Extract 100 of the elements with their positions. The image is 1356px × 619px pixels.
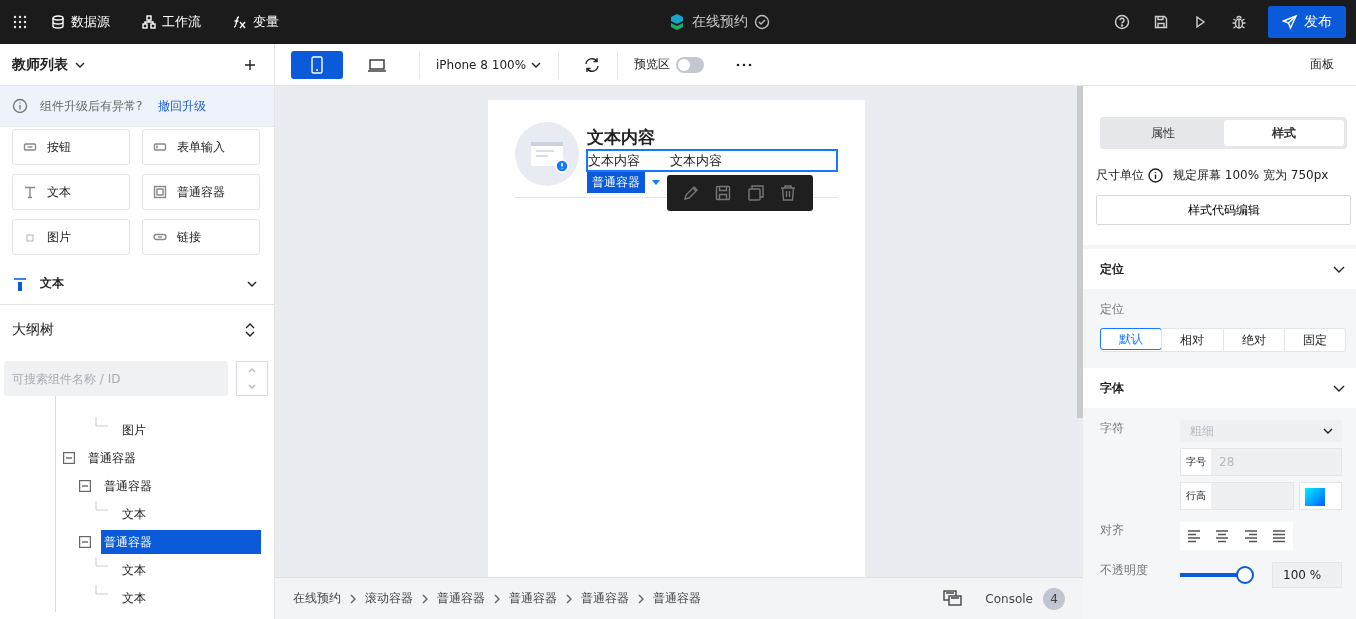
input-icon [153, 140, 167, 154]
field-label: 定位 [1100, 301, 1125, 318]
position-option[interactable]: 固定 [1283, 329, 1345, 351]
count-badge: 4 [1043, 587, 1065, 610]
placeholder-avatar-icon [514, 122, 579, 186]
component-card[interactable]: 按钮 [12, 129, 130, 165]
tree-node[interactable]: 图片 [119, 418, 149, 442]
chevron-right-icon [565, 593, 573, 604]
opacity-field[interactable]: 100 % [1272, 562, 1342, 588]
search-field[interactable]: 可搜索组件名称 / ID [4, 361, 228, 396]
help-icon[interactable] [1114, 14, 1130, 30]
menu-label: 变量 [253, 13, 279, 31]
button-icon [23, 140, 37, 154]
field-label: 字符 [1100, 420, 1125, 437]
tab[interactable]: 属性 [1103, 120, 1224, 146]
font-size-field[interactable]: 字号 28 [1180, 448, 1342, 476]
device-button[interactable] [291, 50, 343, 79]
section-title: 定位 [1100, 260, 1124, 278]
breadcrumb-item[interactable]: 普通容器 [581, 590, 629, 607]
refresh-icon[interactable] [583, 55, 602, 74]
breadcrumb-item[interactable]: 普通容器 [437, 590, 485, 607]
chevron-right-icon [421, 593, 429, 604]
section-header[interactable]: 定位 [1083, 249, 1356, 289]
edit-icon[interactable] [681, 184, 700, 202]
section-title: 文本 [40, 275, 64, 292]
container-icon [153, 185, 167, 199]
breadcrumb-item[interactable]: 普通容器 [653, 590, 701, 607]
app-title: 在线预约 [692, 13, 748, 31]
color-picker[interactable] [1299, 482, 1342, 510]
component-card[interactable]: 文本 [12, 174, 130, 210]
section-title: 字体 [1100, 379, 1124, 397]
style-code-button[interactable]: 样式代码编辑 [1096, 195, 1351, 225]
section-header[interactable]: 文本 [0, 263, 274, 305]
align-left-icon[interactable] [1186, 528, 1203, 544]
menu-label: 数据源 [71, 13, 110, 31]
breadcrumb-item[interactable]: 在线预约 [293, 590, 341, 607]
align-right-icon[interactable] [1242, 528, 1259, 544]
check-circle-icon [754, 14, 770, 30]
console-button[interactable]: Console 4 [985, 587, 1065, 610]
caret-down-icon[interactable] [650, 179, 661, 186]
laptop-icon [367, 56, 387, 73]
device-select[interactable]: iPhone 8 100% [436, 57, 543, 72]
delete-icon[interactable] [779, 184, 798, 202]
expand-collapse-icon[interactable] [244, 323, 256, 337]
content-text: 文本内容 [587, 151, 640, 170]
opacity-slider[interactable] [1180, 566, 1254, 584]
bug-icon[interactable] [1231, 14, 1247, 30]
info-icon [12, 98, 28, 114]
unit-value: 规定屏幕 100% 宽为 750px [1173, 167, 1329, 184]
content-text: 文本内容 [669, 151, 722, 170]
field-label: 对齐 [1100, 522, 1125, 539]
menu-item[interactable]: 数据源 [51, 13, 110, 31]
menu-label: 工作流 [162, 13, 201, 31]
position-option[interactable]: 绝对 [1222, 329, 1284, 351]
tree-node[interactable]: 文本 [119, 502, 149, 526]
tree-node[interactable]: 普通容器 [101, 530, 261, 554]
page-select[interactable]: 教师列表 [12, 55, 86, 74]
panel-button[interactable]: 面板 [1310, 56, 1334, 73]
position-option[interactable]: 相对 [1161, 329, 1223, 351]
component-card[interactable]: 图片 [12, 219, 130, 255]
notice-text: 组件升级后有异常? [40, 97, 143, 115]
preview-toggle[interactable] [676, 56, 705, 73]
function-icon [233, 15, 247, 29]
field-label: 不透明度 [1100, 562, 1149, 579]
info-icon [1148, 168, 1163, 183]
chevron-right-icon [637, 593, 645, 604]
collapse-icon[interactable] [79, 536, 91, 548]
breadcrumb-item[interactable]: 滚动容器 [365, 590, 413, 607]
unit-label: 尺寸单位 [1096, 167, 1144, 184]
content-title: 文本内容 [586, 126, 656, 149]
align-justify-icon[interactable] [1270, 528, 1287, 544]
database-icon [51, 15, 65, 29]
undo-upgrade-link[interactable]: 撤回升级 [158, 97, 207, 115]
component-card[interactable]: 链接 [142, 219, 260, 255]
line-height-field[interactable]: 行高 [1180, 482, 1294, 510]
grid-menu-icon[interactable] [13, 15, 27, 29]
plus-icon[interactable] [244, 58, 256, 71]
collapse-icon[interactable] [63, 452, 75, 464]
selected-text-row[interactable]: 文本内容 文本内容 [585, 149, 838, 172]
section-header[interactable]: 字体 [1083, 368, 1356, 408]
publish-button[interactable]: 发布 [1268, 6, 1346, 38]
menu-item[interactable]: 工作流 [142, 13, 201, 31]
tree-node[interactable]: 文本 [119, 586, 149, 610]
tree-node[interactable]: 普通容器 [85, 446, 139, 470]
tree-node[interactable]: 文本 [119, 558, 149, 582]
collapse-icon[interactable] [79, 480, 91, 492]
component-tag[interactable]: 普通容器 [586, 172, 645, 193]
tab[interactable]: 样式 [1223, 120, 1344, 146]
copy-icon[interactable] [746, 184, 765, 202]
more-icon[interactable] [736, 62, 753, 67]
screens-icon[interactable] [943, 589, 964, 608]
breadcrumb-item[interactable]: 普通容器 [509, 590, 557, 607]
tree-node[interactable]: 普通容器 [101, 474, 155, 498]
phone-icon [310, 55, 324, 74]
component-card[interactable]: 普通容器 [142, 174, 260, 210]
component-card[interactable]: 表单输入 [142, 129, 260, 165]
align-center-icon[interactable] [1214, 528, 1231, 544]
menu-item[interactable]: 变量 [233, 13, 279, 31]
save-icon[interactable] [1153, 14, 1169, 30]
color-swatch [1305, 488, 1325, 506]
